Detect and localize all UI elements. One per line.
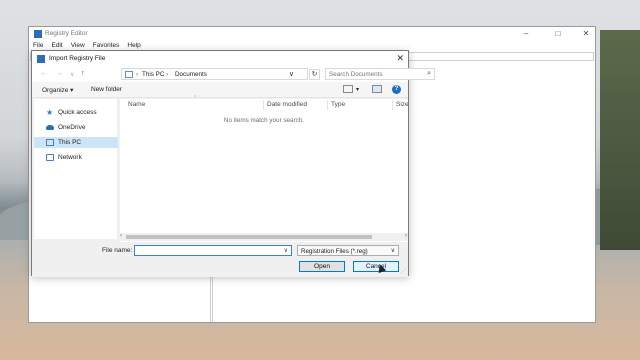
horizontal-scrollbar[interactable]: ‹ › — [120, 233, 408, 241]
preview-pane-icon[interactable] — [372, 85, 382, 93]
file-type-select[interactable]: Registration Files (*.reg) ∨ — [297, 245, 399, 256]
refresh-icon[interactable]: ↻ — [309, 69, 320, 80]
computer-icon — [125, 71, 133, 78]
scroll-left-icon[interactable]: ‹ — [120, 233, 122, 239]
forward-arrow-icon[interactable]: → — [56, 70, 63, 77]
dialog-title: Import Registry File — [49, 55, 106, 62]
registry-app-icon — [37, 55, 45, 63]
nav-item-onedrive[interactable]: OneDrive — [34, 122, 118, 133]
empty-message: No items match your search. — [223, 117, 305, 124]
view-options-icon[interactable] — [343, 85, 353, 93]
file-type-value: Registration Files (*.reg) — [301, 248, 368, 255]
column-header-date[interactable]: Date modified — [267, 101, 307, 108]
command-bar: Organize ▾ New folder ▾ ? — [32, 82, 408, 98]
column-separator[interactable] — [392, 100, 393, 110]
file-list: Name ⌃ Date modified Type Size No items … — [120, 95, 409, 247]
dialog-footer: File name: ∨ Registration Files (*.reg) … — [32, 242, 408, 277]
network-icon — [46, 154, 54, 161]
chevron-down-icon[interactable]: ∨ — [284, 247, 288, 254]
search-box[interactable]: ⌕ — [325, 68, 435, 80]
navigation-bar: ← → ∨ ↑ › This PC › Documents ∨ ↻ ⌕ — [32, 66, 435, 82]
breadcrumb-separator: › — [166, 71, 169, 78]
tree-shape — [600, 30, 640, 250]
dialog-close-icon[interactable]: ✕ — [396, 53, 404, 64]
scroll-right-icon[interactable]: › — [405, 233, 407, 239]
column-header-size[interactable]: Size — [396, 101, 409, 108]
resize-grip-icon[interactable]: ⋰ — [400, 268, 406, 275]
maximize-button[interactable]: □ — [551, 29, 565, 38]
computer-icon — [46, 139, 54, 146]
chevron-down-icon: ∨ — [390, 248, 395, 254]
breadcrumb-documents[interactable]: Documents — [175, 71, 207, 78]
close-button[interactable]: ✕ — [579, 29, 593, 38]
breadcrumb-this-pc[interactable]: This PC — [142, 71, 164, 78]
registry-editor-titlebar: Registry Editor – □ ✕ — [29, 27, 595, 41]
sort-indicator-icon: ⌃ — [193, 95, 198, 101]
nav-item-label: Quick access — [58, 109, 97, 116]
column-separator[interactable] — [263, 100, 264, 110]
cloud-icon — [46, 125, 54, 130]
organize-button[interactable]: Organize ▾ — [42, 86, 73, 94]
chevron-down-icon[interactable]: ∨ — [289, 70, 294, 78]
navigation-pane: ★ Quick access OneDrive This PC Network — [34, 99, 118, 239]
column-header-name[interactable]: Name — [128, 101, 145, 108]
import-registry-dialog: Import Registry File ✕ ← → ∨ ↑ › This PC… — [31, 50, 435, 277]
open-button[interactable]: Open — [299, 261, 345, 272]
chevron-down-icon[interactable]: ▾ — [356, 86, 359, 93]
new-folder-button[interactable]: New folder — [91, 86, 122, 93]
recent-locations-icon[interactable]: ∨ — [70, 71, 74, 78]
nav-item-label: OneDrive — [58, 124, 86, 131]
help-icon[interactable]: ? — [392, 85, 401, 94]
nav-item-label: This PC — [58, 139, 82, 146]
column-separator[interactable] — [327, 100, 328, 110]
back-arrow-icon[interactable]: ← — [40, 70, 47, 77]
up-arrow-icon[interactable]: ↑ — [81, 70, 85, 77]
dialog-titlebar: Import Registry File ✕ — [32, 51, 408, 66]
star-icon: ★ — [46, 108, 54, 117]
scrollbar-thumb[interactable] — [126, 235, 372, 239]
file-name-label: File name: — [102, 247, 133, 254]
registry-editor-title: Registry Editor — [45, 30, 88, 37]
address-bar[interactable]: › This PC › Documents ∨ — [121, 68, 308, 80]
minimize-button[interactable]: – — [519, 29, 533, 38]
search-icon: ⌕ — [427, 70, 431, 77]
registry-app-icon — [34, 30, 42, 38]
file-name-field[interactable]: ∨ — [134, 245, 292, 256]
search-input[interactable] — [329, 70, 419, 79]
column-header-type[interactable]: Type — [331, 101, 345, 108]
nav-item-this-pc[interactable]: This PC — [34, 137, 118, 148]
breadcrumb-separator: › — [136, 71, 139, 78]
nav-item-quick-access[interactable]: ★ Quick access — [34, 107, 118, 118]
nav-item-network[interactable]: Network — [34, 152, 118, 163]
nav-item-label: Network — [58, 154, 82, 161]
